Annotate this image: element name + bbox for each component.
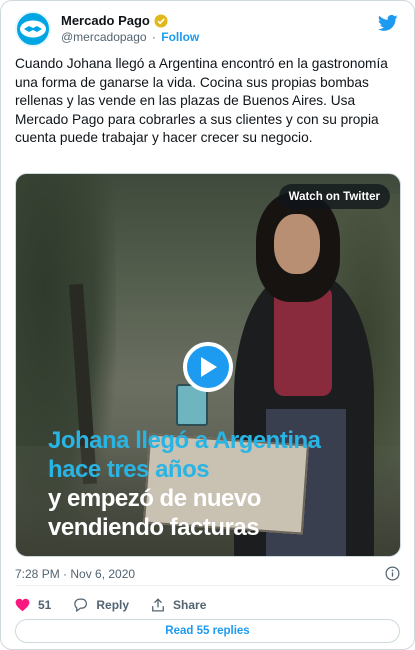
- tweet-timestamp[interactable]: 7:28 PM · Nov 6, 2020: [15, 567, 135, 581]
- share-label: Share: [173, 598, 207, 612]
- tweet-card: Mercado Pago @mercadopago · Follow Cuand…: [0, 0, 415, 650]
- reply-icon: [74, 598, 88, 612]
- divider: [15, 585, 400, 586]
- tweet-text: Cuando Johana llegó a Argentina encontró…: [15, 56, 392, 145]
- like-count: 51: [38, 598, 52, 612]
- play-button[interactable]: [183, 342, 233, 392]
- account-name[interactable]: Mercado Pago: [61, 13, 150, 28]
- caption-line-4: vendiendo facturas: [48, 514, 260, 541]
- verified-badge-icon: [154, 14, 168, 28]
- person-shirt: [274, 286, 332, 396]
- follow-button[interactable]: Follow: [161, 30, 199, 44]
- caption-line-3: y empezó de nuevo: [48, 485, 261, 512]
- caption-line-1: Johana llegó a Argentina: [48, 427, 321, 454]
- watch-on-twitter-button[interactable]: Watch on Twitter: [278, 184, 390, 209]
- play-icon: [201, 357, 217, 377]
- tweet-header: Mercado Pago @mercadopago · Follow: [15, 11, 400, 47]
- reply-label: Reply: [96, 598, 130, 612]
- separator-dot: ·: [151, 30, 156, 44]
- account-handle[interactable]: @mercadopago: [61, 30, 147, 44]
- share-button[interactable]: Share: [151, 598, 206, 612]
- person-face: [274, 214, 320, 274]
- share-icon: [152, 598, 164, 612]
- like-button[interactable]: 51: [15, 598, 51, 612]
- account-handle-row: @mercadopago · Follow: [61, 30, 199, 44]
- caption-line-2: hace tres años: [48, 456, 210, 483]
- tweet-actions: 51 Reply Share: [15, 596, 228, 614]
- video-caption: Johana llegó a Argentina hace tres años …: [48, 426, 321, 542]
- account-name-row: Mercado Pago: [61, 13, 168, 28]
- twitter-bird-icon[interactable]: [377, 13, 398, 33]
- mercadopago-logo-icon[interactable]: [15, 11, 51, 47]
- info-icon[interactable]: [385, 566, 400, 581]
- read-replies-button[interactable]: Read 55 replies: [15, 619, 400, 643]
- video-player[interactable]: Watch on Twitter Johana llegó a Argentin…: [15, 173, 401, 557]
- reply-button[interactable]: Reply: [73, 598, 129, 612]
- heart-icon: [15, 598, 30, 612]
